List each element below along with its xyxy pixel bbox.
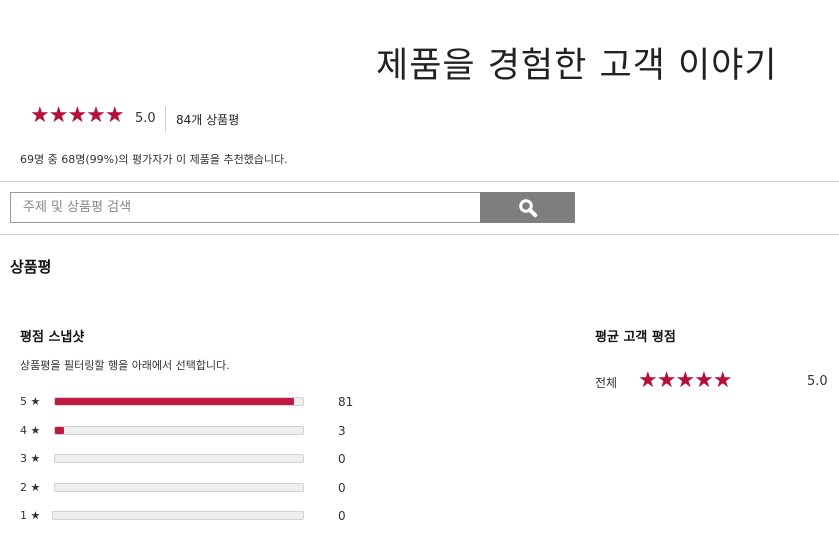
histogram-bar-fill — [55, 398, 295, 405]
average-rating-value: 5.0 — [807, 374, 828, 389]
histogram-label: 1 ★ — [20, 509, 41, 522]
histogram-label: 5 ★ — [20, 395, 41, 408]
histogram-row-5[interactable]: 5 ★ 81 — [20, 394, 360, 410]
histogram-label: 4 ★ — [20, 424, 41, 437]
star-icons: ★★★★★ — [638, 368, 733, 393]
divider-search — [0, 234, 839, 235]
histogram-bar-fill — [55, 427, 64, 434]
reviews-section-title: 상품평 — [10, 258, 52, 276]
summary-rating-value: 5.0 — [135, 111, 156, 126]
search-icon — [518, 198, 537, 217]
search-input[interactable] — [10, 192, 480, 223]
histogram-row-2[interactable]: 2 ★ 0 — [20, 480, 360, 496]
review-count-link[interactable]: 84개 상품평 — [176, 111, 239, 128]
histogram-bar-track — [54, 397, 304, 406]
histogram-bar-track — [54, 426, 304, 435]
histogram-row-3[interactable]: 3 ★ 0 — [20, 451, 360, 467]
recommend-text: 69명 중 68명(99%)의 평가자가 이 제품을 추천했습니다. — [20, 153, 288, 166]
histogram-count: 0 — [338, 481, 346, 495]
histogram-count: 3 — [338, 424, 346, 438]
summary-star-rating[interactable]: ★★★★★ — [30, 103, 125, 128]
histogram-bar-track — [52, 511, 304, 520]
search-button[interactable] — [480, 192, 575, 223]
histogram-bar-track — [54, 483, 304, 492]
star-icons: ★★★★★ — [30, 103, 125, 128]
average-star-rating: ★★★★★ — [638, 368, 733, 393]
histogram-bar-track — [54, 454, 304, 463]
histogram-count: 0 — [338, 452, 346, 466]
histogram-label: 2 ★ — [20, 481, 41, 494]
histogram-count: 81 — [338, 395, 354, 409]
histogram-label: 3 ★ — [20, 452, 41, 465]
snapshot-title: 평점 스냅샷 — [20, 330, 85, 345]
histogram-row-4[interactable]: 4 ★ 3 — [20, 423, 360, 439]
average-rating-title: 평균 고객 평점 — [595, 330, 676, 345]
histogram-count: 0 — [338, 509, 346, 523]
divider-top — [0, 181, 839, 182]
average-overall-label: 전체 — [595, 376, 618, 390]
summary-divider — [165, 106, 166, 132]
histogram-row-1[interactable]: 1 ★ 0 — [20, 508, 360, 524]
page-title: 제품을 경험한 고객 이야기 — [376, 46, 778, 87]
snapshot-hint: 상품평을 필터링할 행을 아래에서 선택합니다. — [20, 359, 230, 372]
